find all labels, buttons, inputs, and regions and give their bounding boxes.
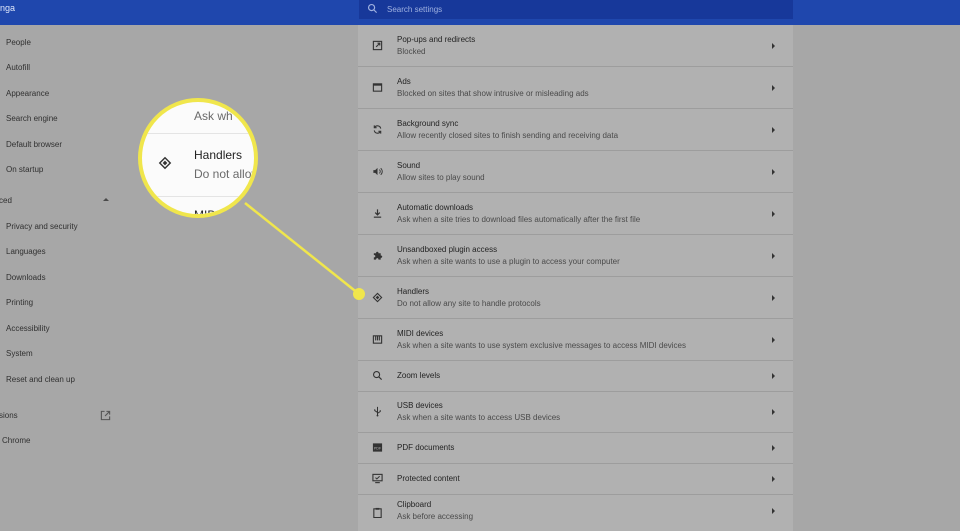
divider (142, 133, 254, 134)
magnifier-top-text: Ask wh (194, 109, 233, 123)
handlers-icon (158, 156, 172, 170)
magnifier-title: Handlers (194, 148, 243, 162)
callout-dot (353, 288, 365, 300)
divider (142, 196, 254, 197)
magnifier-subtitle: Do not allov (194, 167, 258, 181)
callout-connector (244, 202, 360, 295)
magnifier-callout: Ask wh Handlers Do not allov MIDI d (138, 98, 258, 218)
